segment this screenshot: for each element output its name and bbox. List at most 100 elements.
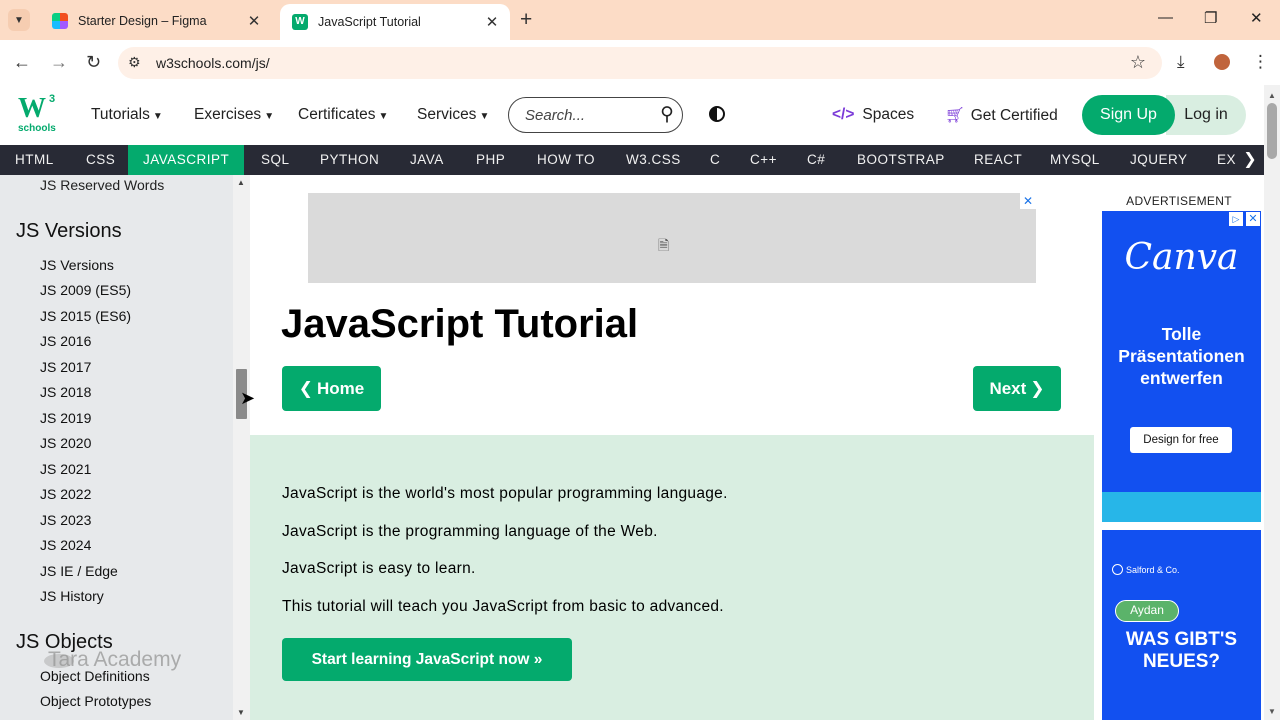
subject-link[interactable]: C [710,145,720,175]
sidebar-link[interactable]: JS Reserved Words [40,177,164,193]
minimize-button[interactable]: — [1158,9,1173,26]
sidebar-link[interactable]: JS IE / Edge [40,563,118,579]
search-icon[interactable]: ⚲ [660,103,674,126]
sidebar-link[interactable]: JS 2018 [40,384,91,400]
subject-link[interactable]: REACT [974,145,1022,175]
new-tab-button[interactable]: + [520,9,532,31]
ad-headline: Tolle Präsentationen entwerfen [1118,324,1245,388]
kebab-menu-icon[interactable]: ⋮ [1252,52,1269,72]
subject-link-active[interactable]: JAVASCRIPT [128,145,245,175]
ad-name-pill: Aydan [1115,600,1179,622]
scrollbar-thumb[interactable] [1267,103,1277,159]
tab-search-button[interactable]: ▼ [8,9,30,31]
scroll-down-icon[interactable]: ▼ [1268,707,1276,716]
site-search-input[interactable]: Search... ⚲ [508,97,683,133]
subject-link[interactable]: C# [807,145,825,175]
caret-down-icon: ▼ [152,111,163,122]
site-settings-icon[interactable]: ⚙ [128,54,141,71]
start-learning-button[interactable]: Start learning JavaScript now » [282,638,572,681]
subject-link[interactable]: BOOTSTRAP [857,145,945,175]
browser-tab-strip: ▼ Starter Design – Figma ✕ W JavaScript … [0,0,1280,40]
banner-ad[interactable]: ✕ 🗎︎ [308,193,1036,283]
url-text[interactable]: w3schools.com/js/ [156,55,270,71]
salford-logo-icon [1112,564,1123,575]
sidebar-link[interactable]: JS 2019 [40,410,91,426]
subject-link[interactable]: MYSQL [1050,145,1100,175]
menu-tutorials[interactable]: Tutorials ▼ [91,106,163,124]
w3schools-logo[interactable]: W 3 schools [18,93,60,135]
sidebar-link[interactable]: JS History [40,588,104,604]
sidebar-scrollbar[interactable]: ▲ ▼ [233,175,250,720]
spaces-link[interactable]: </> Spaces [832,106,914,124]
profile-avatar[interactable] [1214,54,1230,70]
sidebar-link[interactable]: JS 2016 [40,333,91,349]
figma-icon [52,13,68,29]
subject-link[interactable]: HTML [15,145,54,175]
chevron-right-icon[interactable]: ❯ [1236,145,1264,175]
download-icon[interactable]: ⤓ [1177,52,1185,72]
page-scrollbar[interactable]: ▲ ▼ [1264,85,1280,720]
reload-button[interactable]: ↻ [86,52,101,73]
intro-text: JavaScript is the programming language o… [282,523,658,540]
subject-link[interactable]: JQUERY [1130,145,1188,175]
sidebar-link[interactable]: JS 2009 (ES5) [40,282,131,298]
subject-link[interactable]: C++ [750,145,777,175]
scroll-up-icon[interactable]: ▲ [237,178,245,187]
ad-divider-band [1102,492,1261,522]
sidebar-link[interactable]: JS 2024 [40,537,91,553]
sidebar-link[interactable]: JS 2017 [40,359,91,375]
subject-link[interactable]: HOW TO [537,145,595,175]
sidebar-link[interactable]: JS 2020 [40,435,91,451]
search-placeholder: Search... [525,107,586,124]
design-for-free-button[interactable]: Design for free [1130,427,1232,453]
login-button[interactable]: Log in [1166,95,1246,135]
close-icon[interactable]: ✕ [482,13,502,31]
restore-button[interactable]: ❐ [1204,9,1217,27]
ad-sponsor: Salford & Co. [1126,565,1180,575]
subject-link[interactable]: PHP [476,145,505,175]
sidebar-link[interactable]: JS 2021 [40,461,91,477]
close-window-button[interactable]: ✕ [1250,9,1263,27]
menu-certificates[interactable]: Certificates ▼ [298,106,388,124]
adchoices-icon[interactable]: ▷ [1229,212,1243,226]
main-content: ✕ 🗎︎ JavaScript Tutorial ❮ Home Next ❯ Jav… [250,175,1094,720]
left-sidebar: JS Reserved Words JS Versions JS Version… [0,175,250,720]
subject-link[interactable]: W3.CSS [626,145,681,175]
menu-services[interactable]: Services ▼ [417,106,489,124]
sidebar-link[interactable]: Object Definitions [40,668,150,684]
w3schools-icon: W [292,14,308,30]
close-ad-icon[interactable]: ✕ [1020,193,1036,209]
tab-javascript-tutorial[interactable]: W JavaScript Tutorial ✕ [280,4,510,40]
scroll-up-icon[interactable]: ▲ [1268,91,1276,100]
tab-title: Starter Design – Figma [78,14,207,28]
dark-mode-toggle-icon[interactable] [709,106,725,122]
arrow-right-icon: → [50,52,68,72]
bookmark-star-icon[interactable]: ☆ [1130,52,1146,73]
back-button[interactable]: ← [13,52,31,73]
home-button[interactable]: ❮ Home [282,366,381,411]
subject-link[interactable]: EX [1217,145,1236,175]
chevron-left-icon: ❮ [298,378,313,398]
subject-link[interactable]: SQL [261,145,290,175]
address-bar[interactable]: ⚙ w3schools.com/js/ ☆ [118,47,1162,79]
tab-figma[interactable]: Starter Design – Figma ✕ [40,6,272,36]
canva-ad[interactable]: ▷ ✕ Canva Tolle Präsentationen entwerfen… [1102,211,1261,720]
close-icon[interactable]: ✕ [244,12,264,30]
scroll-down-icon[interactable]: ▼ [237,708,245,717]
subject-link[interactable]: PYTHON [320,145,379,175]
signup-button[interactable]: Sign Up [1082,95,1175,135]
sidebar-link[interactable]: JS 2023 [40,512,91,528]
subject-link[interactable]: CSS [86,145,115,175]
forward-button[interactable]: → [50,52,68,73]
subject-link[interactable]: JAVA [410,145,444,175]
sidebar-link[interactable]: JS Versions [40,257,114,273]
next-button[interactable]: Next ❯ [973,366,1061,411]
menu-exercises[interactable]: Exercises ▼ [194,106,274,124]
spaces-label: Spaces [862,106,915,123]
restore-icon: ❐ [1204,10,1218,27]
get-certified-link[interactable]: 🛒︎ Get Certified [945,106,1058,125]
close-ad-icon[interactable]: ✕ [1246,212,1260,226]
sidebar-link[interactable]: Object Prototypes [40,693,151,709]
sidebar-link[interactable]: JS 2015 (ES6) [40,308,131,324]
sidebar-link[interactable]: JS 2022 [40,486,91,502]
